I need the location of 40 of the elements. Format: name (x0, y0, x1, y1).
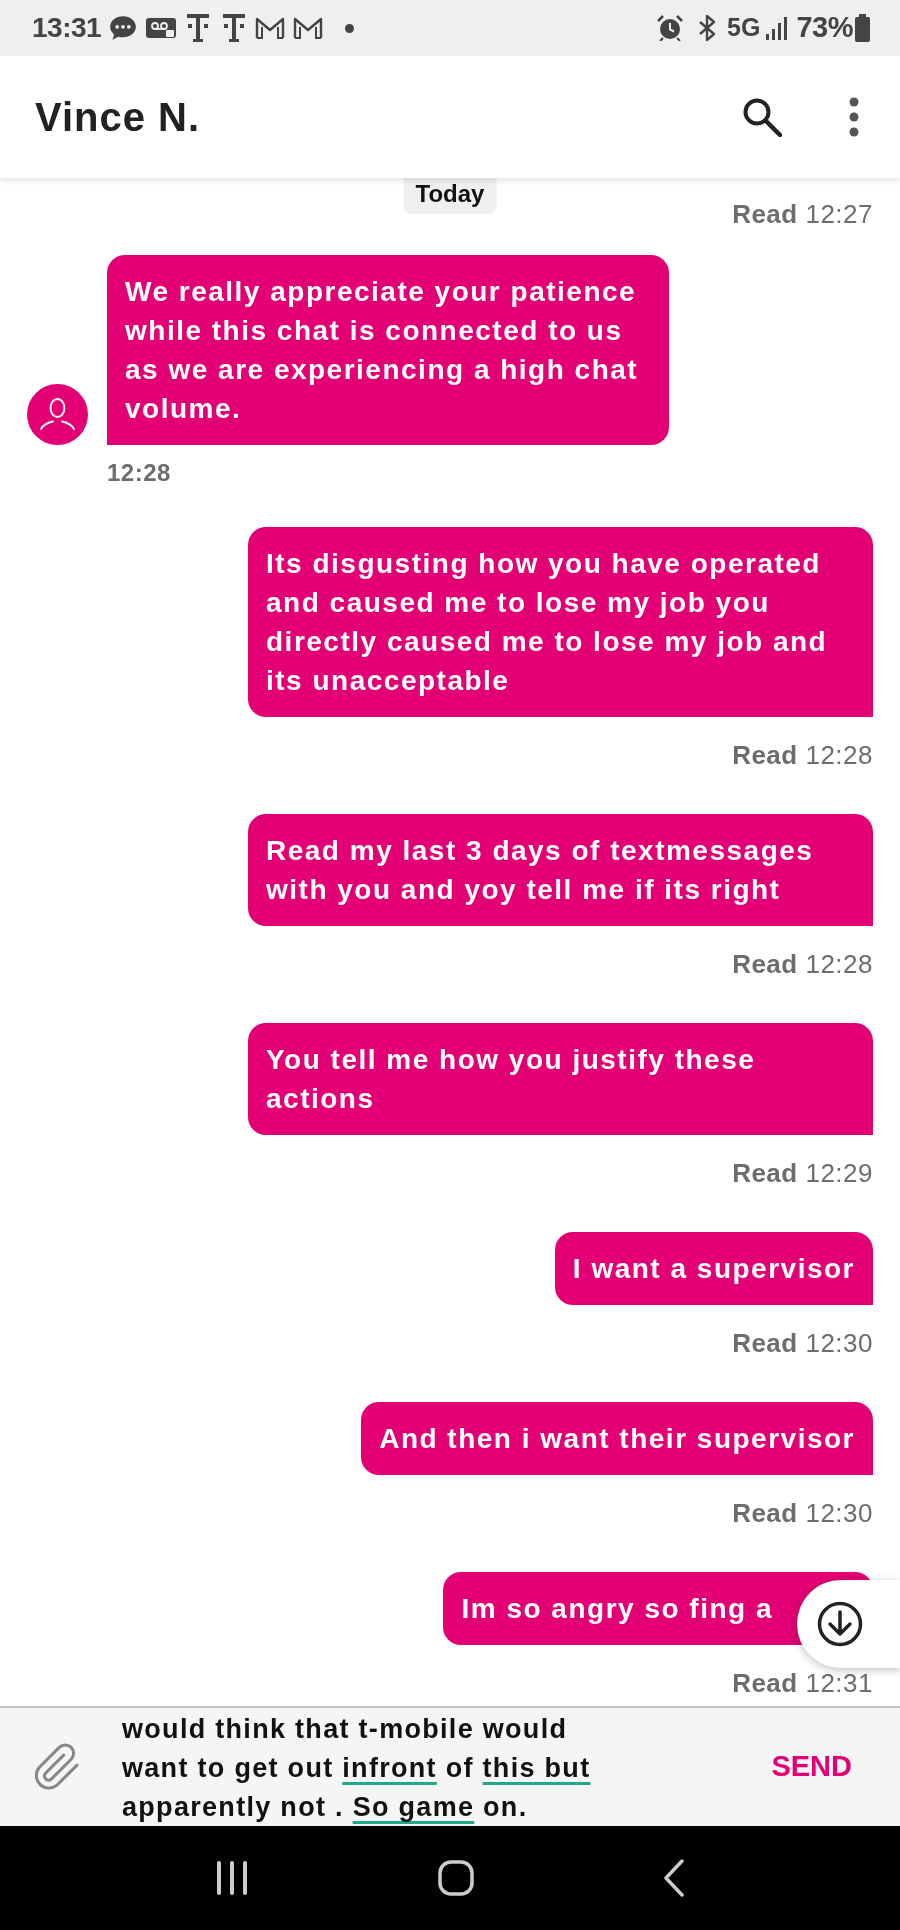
network-label: 5G (727, 12, 761, 44)
clock-time: 13:31 (32, 11, 102, 45)
battery-icon (855, 14, 870, 42)
search-icon[interactable] (742, 97, 782, 137)
t-logo-icon (222, 13, 247, 43)
back-icon[interactable] (663, 1859, 686, 1897)
scroll-down-button[interactable] (797, 1580, 900, 1668)
more-options-icon[interactable] (848, 97, 860, 137)
read-receipt: Read 12:28 (731, 741, 873, 769)
contact-name: Vince N. (35, 94, 201, 141)
alarm-icon (657, 15, 684, 41)
message-time: 12:28 (107, 459, 172, 487)
message-bubble: I want a supervisor (554, 1232, 873, 1305)
mail-icon (293, 16, 324, 40)
read-receipt: Read 12:28 (731, 950, 873, 978)
read-receipt: Read 12:30 (731, 1329, 873, 1357)
dot-icon (345, 23, 355, 33)
signal-icon (765, 16, 790, 40)
send-button[interactable]: SEND (763, 1739, 860, 1795)
mail-icon (255, 16, 286, 40)
down-arrow-circle-icon (817, 1601, 863, 1647)
read-receipt: Read 12:31 (731, 1669, 873, 1697)
message-bubble: We really appreciate your patience while this chat is connected to us as we are experiencing a high chat volume. (107, 255, 669, 445)
avatar-icon (27, 384, 88, 445)
read-receipt: Read 12:29 (731, 1159, 873, 1187)
battery-percentage: 73% (796, 10, 853, 46)
home-icon[interactable] (438, 1860, 474, 1896)
recent-apps-icon[interactable] (214, 1860, 249, 1896)
read-receipt: Read 12:30 (731, 1499, 873, 1527)
t-logo-icon (186, 13, 211, 43)
bluetooth-icon (697, 14, 718, 42)
date-chip: Today (403, 178, 497, 214)
message-input-field[interactable]: would think that t-mobile would want to get out infront of this but apparently not . So game on. (122, 1708, 617, 1827)
message-bubble: You tell me how you justify these actions (248, 1023, 873, 1135)
message-bubble: And then i want their supervisor (361, 1402, 873, 1475)
message-bubble: Read my last 3 days of textmessages with you and yoy tell me if its right (248, 814, 873, 926)
voicemail-icon (146, 16, 177, 40)
read-receipt: Read 12:27 (731, 200, 873, 228)
chat-bubble-icon (109, 15, 138, 41)
message-bubble: Its disgusting how you have operated and caused me to lose my job you directly caused me to lose my job and its unacceptable (248, 527, 873, 717)
